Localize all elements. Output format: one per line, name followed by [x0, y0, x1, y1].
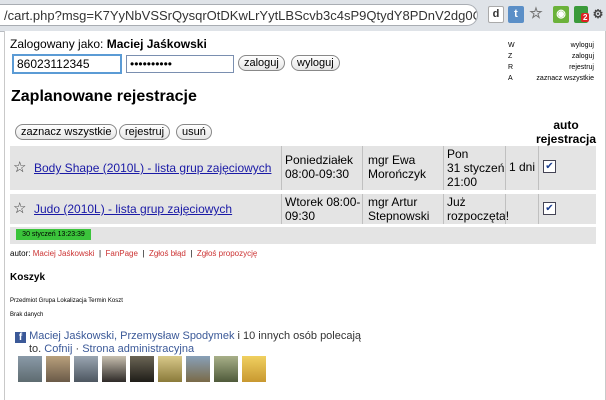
fb-separator: · [72, 343, 83, 355]
facebook-like-box: f Maciej Jaśkowski, Przemysław Spodymek … [15, 330, 361, 356]
registration-start: Pon 31 styczeń 21:00 [447, 147, 504, 189]
delete-button[interactable]: usuń [176, 124, 212, 140]
cart-empty: Brak danych [10, 312, 44, 318]
logged-in-line: Zalogowany jako: Maciej Jaśkowski [10, 37, 207, 51]
extension-icon[interactable]: 2 [574, 6, 590, 23]
start-status: Już [447, 195, 466, 209]
star-icon[interactable]: ☆ [13, 201, 26, 216]
shortcut-key: Z [508, 53, 513, 60]
keyboard-shortcuts: Wwyloguj Zzaloguj Rrejestruj Azaznacz ws… [508, 40, 594, 84]
star-icon[interactable]: ☆ [13, 160, 26, 175]
wrench-icon[interactable]: ⚙ [590, 6, 606, 23]
cart-title: Koszyk [10, 272, 46, 283]
shortcut-action: zaznacz wszystkie [536, 75, 594, 82]
author-label: autor: [10, 249, 31, 258]
shortcut-key: A [508, 75, 513, 82]
report-bug-link[interactable]: Zgłoś błąd [149, 249, 186, 258]
server-time-badge: 30 styczeń 13:23:39 [16, 229, 91, 240]
footer-separator: | [98, 249, 102, 258]
login-input[interactable] [12, 54, 122, 74]
time-day: Wtorek 08:00- [285, 195, 361, 209]
shortcut-action: zaloguj [571, 53, 594, 60]
avatar[interactable] [214, 356, 238, 382]
address-bar[interactable]: /cart.php?msg=K7YyNbVSSrQysqrOtDKwLrYytL… [0, 4, 478, 26]
page-title: Zaplanowane rejestracje [11, 88, 197, 105]
column-divider [505, 146, 506, 190]
column-divider [538, 146, 539, 190]
footer-separator: | [190, 249, 193, 258]
teacher: mgr Ewa Morończyk [368, 153, 426, 181]
fb-friend-names[interactable]: Maciej Jaśkowski, Przemysław Spodymek [29, 330, 234, 342]
footer-separator: | [142, 249, 145, 258]
shortcut-key: W [508, 42, 515, 49]
avatar[interactable] [102, 356, 126, 382]
password-input[interactable] [126, 55, 234, 73]
registration-start: Już rozpoczęta! [447, 195, 509, 223]
avatar[interactable] [130, 356, 154, 382]
avatar[interactable] [18, 356, 42, 382]
cart-columns: Przedmiot Grupa Lokalizacja Termin Koszt [10, 298, 123, 304]
shortcut-action: rejestruj [569, 64, 594, 71]
fb-recommend-text: i 10 innych osób polecają [234, 330, 362, 342]
logout-button[interactable]: wyloguj [291, 55, 340, 71]
start-day: Pon [447, 147, 469, 161]
rss-icon[interactable]: ◉ [553, 6, 569, 23]
column-divider [443, 146, 444, 190]
avatar[interactable] [74, 356, 98, 382]
course-time: Poniedziałek 08:00-09:30 [285, 153, 353, 181]
facebook-icon: f [15, 332, 26, 343]
auto-register-checkbox[interactable]: ✔ [543, 160, 556, 173]
start-hour: 21:00 [447, 175, 478, 189]
column-divider [505, 194, 506, 224]
teacher-surname: Morończyk [368, 167, 427, 181]
t-icon[interactable]: t [508, 6, 524, 23]
time-day: Poniedziałek [285, 153, 354, 167]
avatar[interactable] [46, 356, 70, 382]
logged-in-user: Maciej Jaśkowski [106, 37, 207, 51]
column-divider [281, 146, 282, 190]
fanpage-link[interactable]: FanPage [105, 249, 137, 258]
days-remaining: 1 dni [509, 160, 536, 174]
avatar[interactable] [186, 356, 210, 382]
bookmark-star-icon[interactable]: ☆ [528, 6, 544, 23]
suggest-link[interactable]: Zgłoś propozycję [197, 249, 257, 258]
course-link[interactable]: Judo (2010L) - lista grup zajęciowych [34, 202, 232, 216]
teacher: mgr Artur Stepnowski [368, 195, 429, 223]
column-divider [538, 194, 539, 224]
column-divider [362, 146, 363, 190]
shortcut-action: wyloguj [570, 42, 594, 49]
logged-in-label: Zalogowany jako: [10, 37, 104, 51]
teacher-title: mgr Ewa [368, 153, 416, 167]
auto-register-header: auto rejestracja [535, 118, 597, 146]
start-date: 31 styczeń [447, 161, 505, 175]
shortcut-key: R [508, 64, 514, 71]
select-all-button[interactable]: zaznacz wszystkie [15, 124, 118, 140]
browser-toolbar: /cart.php?msg=K7YyNbVSSrQysqrOtDKwLrYytL… [0, 0, 606, 32]
auto-register-checkbox[interactable]: ✔ [543, 202, 556, 215]
dictionary-icon[interactable]: d [488, 6, 504, 23]
avatar[interactable] [242, 356, 266, 382]
time-hours: 09:30 [285, 209, 316, 223]
footer: autor: Maciej Jaśkowski | FanPage | Zgło… [10, 249, 257, 258]
status-bar [10, 227, 596, 244]
teacher-surname: Stepnowski [368, 209, 430, 223]
course-time: Wtorek 08:00- 09:30 [285, 195, 360, 223]
teacher-title: mgr Artur [368, 195, 418, 209]
column-divider [281, 194, 282, 224]
login-button[interactable]: zaloguj [238, 55, 285, 71]
start-status-detail: rozpoczęta! [447, 209, 510, 223]
fb-to-text: to. [29, 343, 42, 355]
column-divider [443, 194, 444, 224]
extension-badge: 2 [581, 13, 590, 22]
avatar[interactable] [158, 356, 182, 382]
column-divider [362, 194, 363, 224]
register-button[interactable]: rejestruj [119, 124, 171, 140]
fb-undo-link[interactable]: Cofnij [44, 343, 72, 355]
course-link[interactable]: Body Shape (2010L) - lista grup zajęciow… [34, 161, 271, 175]
time-hours: 08:00-09:30 [285, 167, 350, 181]
fb-admin-link[interactable]: Strona administracyjna [82, 343, 194, 355]
author-link[interactable]: Maciej Jaśkowski [33, 249, 95, 258]
